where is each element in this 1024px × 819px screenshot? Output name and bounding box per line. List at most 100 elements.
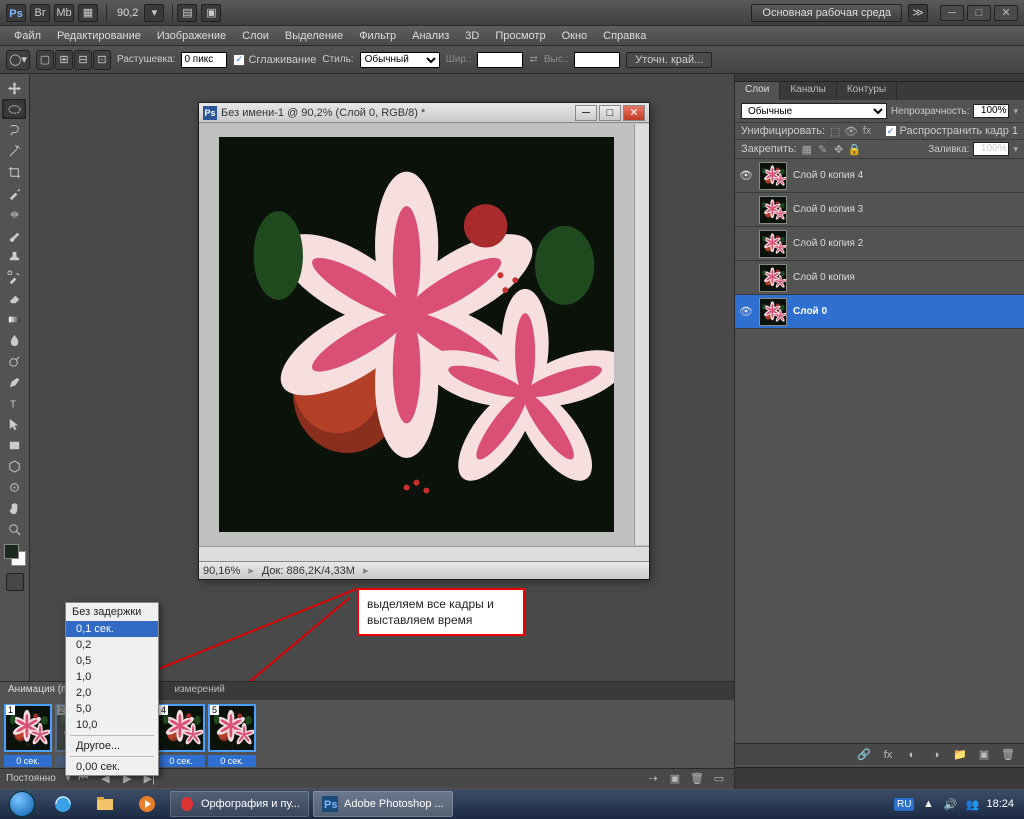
delay-menu-item[interactable]: 10,0: [66, 717, 158, 733]
menu-view[interactable]: Просмотр: [487, 30, 553, 42]
frame-delay[interactable]: 0 сек.: [4, 755, 52, 767]
adjustment-layer-icon[interactable]: ◑: [928, 748, 944, 762]
stamp-tool[interactable]: [2, 246, 26, 266]
feather-input[interactable]: [181, 52, 227, 68]
opacity-dropdown-icon[interactable]: ▾: [1013, 106, 1018, 117]
taskbar-mediaplayer-icon[interactable]: [128, 791, 166, 817]
tray-flag-icon[interactable]: ▲: [920, 796, 936, 812]
doc-scrollbar-horizontal[interactable]: [199, 546, 649, 561]
delay-menu-zero[interactable]: 0,00 сек.: [66, 759, 158, 775]
document-canvas[interactable]: [200, 124, 633, 545]
opacity-input[interactable]: 100%: [973, 104, 1009, 118]
delay-menu-item[interactable]: 2,0: [66, 685, 158, 701]
eraser-tool[interactable]: [2, 288, 26, 308]
arrange-icon[interactable]: ▤: [177, 4, 197, 22]
lock-pixels-icon[interactable]: ✎: [817, 143, 829, 155]
viewextras-icon[interactable]: ▦: [78, 4, 98, 22]
tray-people-icon[interactable]: 👥: [964, 796, 980, 812]
heal-tool[interactable]: [2, 204, 26, 224]
pen-tool[interactable]: [2, 372, 26, 392]
zoom-level[interactable]: 90,2: [111, 7, 144, 19]
delay-menu-item[interactable]: 5,0: [66, 701, 158, 717]
path-select-tool[interactable]: [2, 414, 26, 434]
menu-layers[interactable]: Слои: [234, 30, 277, 42]
doc-maximize-button[interactable]: □: [599, 105, 621, 121]
layer-name[interactable]: Слой 0 копия 3: [793, 204, 863, 215]
doc-scrollbar-vertical[interactable]: [634, 124, 649, 545]
style-select[interactable]: Обычный: [360, 52, 440, 68]
history-brush-tool[interactable]: [2, 267, 26, 287]
close-button[interactable]: ✕: [994, 5, 1018, 21]
frame-delay[interactable]: 0 сек.: [208, 755, 256, 767]
doc-close-button[interactable]: ✕: [623, 105, 645, 121]
tab-paths[interactable]: Контуры: [837, 82, 897, 100]
marquee-tool[interactable]: [2, 99, 26, 119]
minibridge-icon[interactable]: Mb: [54, 4, 74, 22]
document-titlebar[interactable]: Ps Без имени-1 @ 90,2% (Слой 0, RGB/8) *…: [199, 103, 649, 123]
menu-help[interactable]: Справка: [595, 30, 654, 42]
new-selection-icon[interactable]: ▢: [36, 50, 54, 70]
unify-style-icon[interactable]: fx: [861, 125, 873, 137]
brush-tool[interactable]: [2, 225, 26, 245]
frame-delay[interactable]: 0 сек.: [157, 755, 205, 767]
layer-name[interactable]: Слой 0 копия 4: [793, 170, 863, 181]
menu-file[interactable]: Файл: [6, 30, 49, 42]
eyedropper-tool[interactable]: [2, 183, 26, 203]
antialias-checkbox[interactable]: ✓: [233, 54, 245, 66]
subtract-selection-icon[interactable]: ⊟: [74, 50, 92, 70]
delete-layer-icon[interactable]: 🗑: [1000, 748, 1016, 762]
doc-info-status[interactable]: Док: 886,2K/4,33M: [262, 565, 355, 577]
clock[interactable]: 18:24: [986, 798, 1014, 810]
lasso-tool[interactable]: [2, 120, 26, 140]
wand-tool[interactable]: [2, 141, 26, 161]
3d-tool[interactable]: [2, 456, 26, 476]
blur-tool[interactable]: [2, 330, 26, 350]
quickmask-icon[interactable]: [6, 573, 24, 591]
delete-frame-icon[interactable]: 🗑: [688, 772, 706, 786]
delay-menu-item[interactable]: 0,5: [66, 653, 158, 669]
taskbar-task[interactable]: Орфография и пу...: [170, 791, 309, 817]
minimize-button[interactable]: ─: [940, 5, 964, 21]
layer-row[interactable]: Слой 0 копия 3: [735, 193, 1024, 227]
expand-workspace-icon[interactable]: ≫: [908, 4, 928, 22]
type-tool[interactable]: T: [2, 393, 26, 413]
propagate-checkbox[interactable]: ✓: [885, 125, 897, 137]
layer-name[interactable]: Слой 0 копия: [793, 272, 855, 283]
loop-mode[interactable]: Постоянно: [6, 773, 62, 784]
start-button[interactable]: [4, 790, 40, 818]
menu-analysis[interactable]: Анализ: [404, 30, 457, 42]
visibility-icon[interactable]: [739, 271, 753, 285]
bridge-icon[interactable]: Br: [30, 4, 50, 22]
shape-tool[interactable]: [2, 435, 26, 455]
new-group-icon[interactable]: 📁: [952, 748, 968, 762]
animation-frame[interactable]: 4 0 сек.: [157, 704, 205, 767]
hand-tool[interactable]: [2, 498, 26, 518]
delay-menu-item[interactable]: 0,1 сек.: [66, 621, 158, 637]
unify-position-icon[interactable]: ⬚: [829, 125, 841, 137]
crop-tool[interactable]: [2, 162, 26, 182]
menu-edit[interactable]: Редактирование: [49, 30, 149, 42]
move-tool[interactable]: [2, 78, 26, 98]
taskbar-ie-icon[interactable]: [44, 791, 82, 817]
new-layer-icon[interactable]: ▣: [976, 748, 992, 762]
tool-preset-icon[interactable]: ◯▾: [6, 50, 30, 70]
delay-menu-item[interactable]: 0,2: [66, 637, 158, 653]
zoom-dropdown-icon[interactable]: ▾: [144, 4, 164, 22]
workspace-switcher[interactable]: Основная рабочая среда: [751, 4, 902, 22]
visibility-icon[interactable]: [739, 237, 753, 251]
zoom-tool[interactable]: [2, 519, 26, 539]
delay-menu-item[interactable]: 1,0: [66, 669, 158, 685]
visibility-icon[interactable]: 👁: [739, 305, 753, 319]
animation-frame[interactable]: 1 0 сек.: [4, 704, 52, 767]
layer-name[interactable]: Слой 0: [793, 306, 827, 317]
intersect-selection-icon[interactable]: ⊡: [93, 50, 111, 70]
menu-select[interactable]: Выделение: [277, 30, 351, 42]
gradient-tool[interactable]: [2, 309, 26, 329]
color-swatch[interactable]: [4, 544, 26, 566]
3d-camera-tool[interactable]: [2, 477, 26, 497]
visibility-icon[interactable]: 👁: [739, 169, 753, 183]
dodge-tool[interactable]: [2, 351, 26, 371]
taskbar-explorer-icon[interactable]: [86, 791, 124, 817]
tab-measurements[interactable]: измерений: [166, 682, 232, 700]
menu-window[interactable]: Окно: [554, 30, 596, 42]
